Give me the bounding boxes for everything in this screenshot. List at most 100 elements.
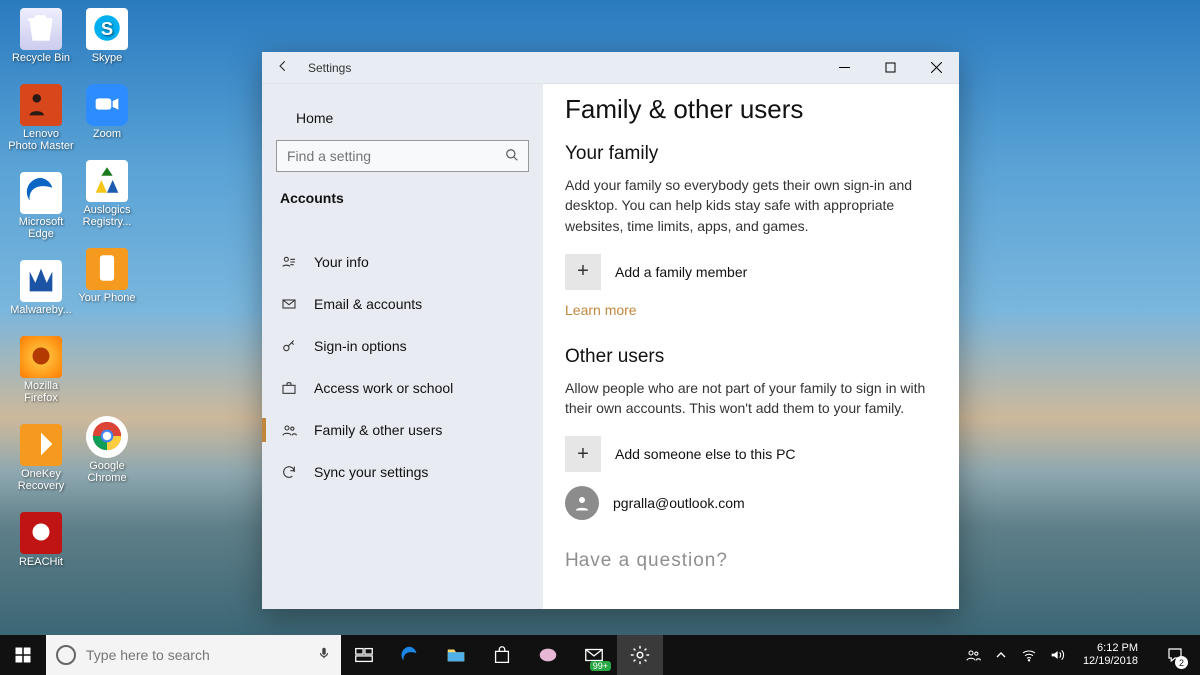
- tray-chevron-up[interactable]: [993, 647, 1009, 663]
- desktop-icon-your-phone[interactable]: Your Phone: [74, 248, 140, 304]
- firefox-icon: [24, 339, 58, 376]
- cortana-icon: [56, 645, 76, 665]
- search-input[interactable]: [276, 140, 529, 172]
- settings-content: Family & other users Your family Add you…: [543, 84, 959, 609]
- nav-item-email-accounts[interactable]: Email & accounts: [262, 284, 543, 324]
- desktop-icon-lenovo-photo-master[interactable]: Lenovo Photo Master: [8, 84, 74, 152]
- tray-volume-icon[interactable]: [1049, 647, 1065, 663]
- user-icon: [280, 254, 298, 270]
- sync-icon: [280, 464, 298, 480]
- have-question-heading: Have a question?: [565, 550, 937, 572]
- nav-item-label: Sync your settings: [314, 464, 428, 480]
- recycle-bin-icon: [24, 11, 58, 48]
- desktop-icon-chrome[interactable]: Google Chrome: [74, 416, 140, 484]
- auslogics-icon: [90, 163, 124, 200]
- key-icon: [280, 338, 298, 354]
- other-users-desc: Allow people who are not part of your fa…: [565, 378, 937, 419]
- skype-icon: S: [90, 11, 124, 48]
- avatar-icon: [565, 486, 599, 520]
- settings-window: Settings Home Accounts: [262, 52, 959, 609]
- desktop-icon-label: Lenovo Photo Master: [8, 128, 73, 152]
- task-view-button[interactable]: [341, 635, 387, 675]
- phone-icon: [90, 251, 124, 288]
- start-button[interactable]: [0, 635, 46, 675]
- desktop-icon-label: Mozilla Firefox: [24, 380, 58, 404]
- add-family-member[interactable]: + Add a family member: [565, 254, 937, 290]
- your-family-desc: Add your family so everybody gets their …: [565, 175, 937, 236]
- nav-item-label: Email & accounts: [314, 296, 422, 312]
- desktop-icon-label: Recycle Bin: [12, 52, 70, 64]
- photo-icon: [24, 87, 58, 124]
- briefcase-icon: [280, 380, 298, 396]
- desktop-icon-skype[interactable]: S Skype: [74, 8, 140, 64]
- desktop-icon-malwarebytes[interactable]: Malwareby...: [8, 260, 74, 316]
- your-family-heading: Your family: [565, 143, 937, 165]
- add-other-label: Add someone else to this PC: [615, 446, 796, 462]
- nav-item-sign-in-options[interactable]: Sign-in options: [262, 326, 543, 366]
- taskbar-mail[interactable]: 99+: [571, 635, 617, 675]
- tray-people[interactable]: [965, 647, 981, 663]
- taskbar-file-explorer[interactable]: [433, 635, 479, 675]
- section-title: Accounts: [262, 182, 543, 224]
- notif-badge: 2: [1175, 656, 1188, 669]
- nav-item-your-info[interactable]: Your info: [262, 242, 543, 282]
- plus-icon: +: [565, 436, 601, 472]
- desktop-icon-auslogics[interactable]: Auslogics Registry...: [74, 160, 140, 228]
- mail-icon: [280, 296, 298, 312]
- home-nav[interactable]: Home: [262, 98, 543, 138]
- minimize-button[interactable]: [821, 52, 867, 84]
- desktop-icon-reachit[interactable]: REACHit: [8, 512, 74, 568]
- desktop-icon-label: Zoom: [93, 128, 121, 140]
- system-tray: 6:12 PM 12/19/2018 2: [965, 635, 1200, 675]
- desktop-icons: Recycle Bin Lenovo Photo Master Microsof…: [8, 4, 168, 604]
- page-title: Family & other users: [565, 94, 937, 125]
- clock-time: 6:12 PM: [1083, 642, 1138, 655]
- desktop-icon-firefox[interactable]: Mozilla Firefox: [8, 336, 74, 404]
- action-center-button[interactable]: 2: [1156, 635, 1194, 675]
- add-other-user[interactable]: + Add someone else to this PC: [565, 436, 937, 472]
- taskbar-settings[interactable]: [617, 635, 663, 675]
- settings-sidebar: Home Accounts Your info Email & accounts S…: [262, 84, 543, 609]
- taskbar-store[interactable]: [479, 635, 525, 675]
- close-button[interactable]: [913, 52, 959, 84]
- nav-item-label: Your info: [314, 254, 369, 270]
- taskbar-search[interactable]: [46, 635, 341, 675]
- nav-item-family-other-users[interactable]: Family & other users: [262, 410, 543, 450]
- nav-item-label: Sign-in options: [314, 338, 407, 354]
- user-email: pgralla@outlook.com: [613, 495, 745, 511]
- clock-date: 12/19/2018: [1083, 655, 1138, 668]
- taskbar-search-input[interactable]: [86, 647, 307, 663]
- nav-item-access-work-or-school[interactable]: Access work or school: [262, 368, 543, 408]
- titlebar[interactable]: Settings: [262, 52, 959, 84]
- taskbar: 99+ 6:12 PM 12/19/2018 2: [0, 635, 1200, 675]
- other-user-entry[interactable]: pgralla@outlook.com: [565, 486, 937, 520]
- nav-item-label: Family & other users: [314, 422, 442, 438]
- desktop-icon-label: Google Chrome: [87, 460, 126, 484]
- desktop-icon-onekey-recovery[interactable]: OneKey Recovery: [8, 424, 74, 492]
- nav-item-sync-your-settings[interactable]: Sync your settings: [262, 452, 543, 492]
- taskbar-edge[interactable]: [387, 635, 433, 675]
- taskbar-clock[interactable]: 6:12 PM 12/19/2018: [1077, 642, 1144, 667]
- malwarebytes-icon: [24, 263, 58, 300]
- add-family-label: Add a family member: [615, 264, 747, 280]
- chrome-icon: [90, 419, 124, 456]
- home-label: Home: [296, 110, 333, 126]
- zoom-icon: [90, 87, 124, 124]
- taskbar-app-paint[interactable]: [525, 635, 571, 675]
- edge-icon: [24, 175, 58, 212]
- desktop-icon-zoom[interactable]: Zoom: [74, 84, 140, 140]
- back-button[interactable]: [276, 59, 290, 76]
- desktop-icon-label: Malwareby...: [10, 304, 72, 316]
- app-title: Settings: [308, 61, 351, 75]
- nav-item-label: Access work or school: [314, 380, 453, 396]
- desktop-icon-microsoft-edge[interactable]: Microsoft Edge: [8, 172, 74, 240]
- tray-wifi-icon[interactable]: [1021, 647, 1037, 663]
- desktop-icon-recycle-bin[interactable]: Recycle Bin: [8, 8, 74, 64]
- desktop-icon-label: OneKey Recovery: [18, 468, 64, 492]
- maximize-button[interactable]: [867, 52, 913, 84]
- mic-icon[interactable]: [317, 644, 331, 667]
- desktop-icon-label: Microsoft Edge: [19, 216, 64, 240]
- desktop-icon-label: Skype: [92, 52, 123, 64]
- desktop-icon-label: Your Phone: [78, 292, 135, 304]
- learn-more-link[interactable]: Learn more: [565, 302, 637, 318]
